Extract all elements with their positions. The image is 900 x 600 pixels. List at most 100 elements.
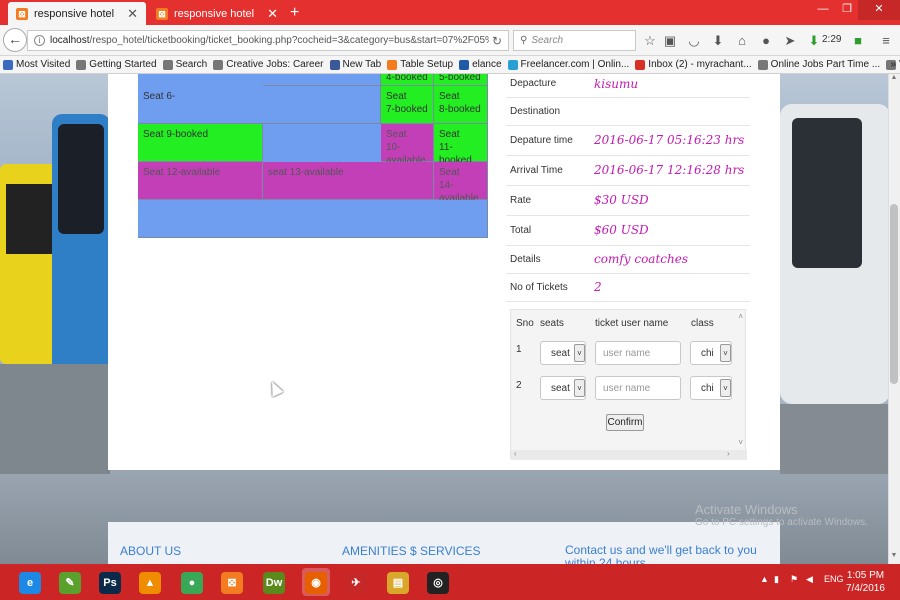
download-progress-icon[interactable]: ⬇ [806,33,822,49]
close-window-icon[interactable]: ✕ [858,0,900,20]
seat-select[interactable]: seat ˅ [540,341,586,365]
bookmark-item[interactable]: Freelancer.com | Onlin... [507,59,630,70]
page-scrollbar-thumb[interactable] [890,204,898,384]
bookmark-item[interactable]: Creative Jobs: Career [213,59,324,70]
download-icon[interactable]: ⬇ [710,33,726,49]
header-seats: seats [540,318,564,329]
user-name-placeholder: user name [603,383,651,394]
taskbar-glyph: ◉ [305,572,327,594]
ie-icon[interactable]: e [16,568,44,596]
bookmark-item[interactable]: Getting Started [76,59,157,70]
tray-flag-icon[interactable]: ⚑ [790,574,798,585]
info-icon[interactable]: i [34,35,45,46]
minimize-icon[interactable]: — [812,0,834,20]
bookmark-item[interactable]: Online Jobs Part Time ... [757,59,881,70]
scroll-down-icon[interactable]: ˅ [738,438,743,447]
taskbar-glyph: ⊠ [221,572,243,594]
class-select[interactable]: chi ˅ [690,341,732,365]
seat-select-value: seat [551,348,570,359]
bookmark-icon [635,59,646,70]
horizontal-scrollbar[interactable]: ‹ › [511,449,747,460]
search-input[interactable]: ⚲ Search [513,30,636,51]
xampp-icon[interactable]: ⊠ [218,568,246,596]
notepad-icon[interactable]: ✎ [56,568,84,596]
paper-plane-icon[interactable]: ✈ [342,568,370,596]
page-viewport: seat 3-seat 4-bookedSeat 5-booked Seat 6-… [0,74,900,564]
tab-responsive-hotel-2[interactable]: ⊠ responsive hotel ✕ [148,2,286,25]
taskbar-glyph: e [19,572,41,594]
clipboard-icon[interactable]: ▣ [662,33,678,49]
chrome-icon[interactable]: ● [178,568,206,596]
close-tab-icon[interactable]: ✕ [127,6,138,22]
scroll-down-icon[interactable]: ▼ [889,552,899,559]
addon-icon[interactable]: ■ [850,33,866,49]
firefox-icon[interactable]: ◉ [302,568,330,596]
seat-select[interactable]: seat ˅ [540,376,586,400]
chat-icon[interactable]: ● [758,33,774,49]
bookmark-label: Online Jobs Part Time ... [770,59,881,70]
header-user-name: ticket user name [595,318,669,329]
scroll-up-icon[interactable]: ˄ [738,312,743,321]
taskbar-glyph: ✈ [345,572,367,594]
seat-cell[interactable]: Seat 14-available [434,162,488,204]
bookmark-label: Getting Started [89,59,157,70]
clock-date: 7/4/2016 [846,583,885,594]
bookmark-item[interactable]: Inbox (2) - myrachant... [635,59,752,70]
taskbar-clock[interactable]: 1:05 PM 7/4/2016 [846,569,885,595]
footer-contact[interactable]: Contact us and we'll get back to you wit… [565,544,765,565]
tab-responsive-hotel-1[interactable]: ⊠ responsive hotel ✕ [8,2,146,25]
bookmark-item[interactable]: elance [459,59,502,70]
detail-label: Destination [510,106,561,117]
footer-amenities[interactable]: AMENITIES $ SERVICES [342,544,481,558]
scroll-left-icon[interactable]: ‹ [514,449,517,458]
seat-cell[interactable]: Seat 12-available [138,162,263,200]
search-icon: ⚲ [520,35,528,46]
home-icon[interactable]: ⌂ [734,33,750,49]
vlc-icon[interactable]: ▲ [136,568,164,596]
taskbar: ▲ ▮ ⚑ ◀ ENG 1:05 PM 7/4/2016 e ✎ Ps ▲ ● ⊠ Dw ◉ ✈… [0,564,900,600]
watermark-subtitle: Go to PC settings to activate Windows. [695,517,868,528]
scroll-right-icon[interactable]: › [727,449,730,458]
dreamweaver-icon[interactable]: Dw [260,568,288,596]
class-select-value: chi [701,383,714,394]
bookmark-label: Freelancer.com | Onlin... [520,59,630,70]
detail-value: 2 [594,280,602,294]
bookmark-item[interactable]: Search [162,59,207,70]
close-tab-icon[interactable]: ✕ [267,6,278,22]
pocket-icon[interactable]: ◡ [686,33,702,49]
new-tab-button[interactable]: + [290,4,299,22]
bookmark-item[interactable]: Table Setup [387,59,453,70]
restore-icon[interactable]: ❐ [836,0,858,20]
user-name-input[interactable]: user name [595,376,681,400]
bookmark-icon [76,59,87,70]
tray-up-arrow-icon[interactable]: ▲ [760,574,769,584]
camera-icon[interactable]: ◎ [424,568,452,596]
confirm-button[interactable]: Confirm [606,414,644,431]
tray-network-icon[interactable]: ▮ [774,574,779,585]
taskbar-glyph: ◎ [427,572,449,594]
bookmark-star-icon[interactable]: ☆ [642,33,658,49]
bookmark-item[interactable]: Most Visited [3,59,70,70]
row-sno: 2 [516,380,522,391]
bookmarks-overflow-icon[interactable]: » [890,59,896,70]
ticket-table: Sno seats ticket user name class ˄ ˅ 1 s… [510,309,747,460]
detail-value: comfy coatches [594,252,688,266]
bookmark-icon [329,59,340,70]
photoshop-icon[interactable]: Ps [96,568,124,596]
seat-cell[interactable]: Seat 10-available [381,124,434,166]
class-select[interactable]: chi ˅ [690,376,732,400]
reload-icon[interactable]: ↻ [492,34,502,48]
back-button[interactable]: ← [3,28,27,52]
bookmark-item[interactable]: New Tab [329,59,381,70]
user-name-input[interactable]: user name [595,341,681,365]
footer-about-us[interactable]: ABOUT US [120,544,181,558]
menu-icon[interactable]: ≡ [878,33,894,49]
tray-language[interactable]: ENG [824,574,844,584]
folder-icon[interactable]: ▤ [384,568,412,596]
detail-row: Arrival Time 2016-06-17 12:16:28 hrs [506,156,750,186]
scroll-up-icon[interactable]: ▲ [889,74,899,81]
url-bar[interactable]: i localhost /respo_hotel/ticketbooking/t… [27,30,509,51]
send-icon[interactable]: ➤ [782,33,798,49]
seat-cell[interactable]: seat 13-available [263,162,434,200]
tray-volume-icon[interactable]: ◀ [806,574,813,585]
